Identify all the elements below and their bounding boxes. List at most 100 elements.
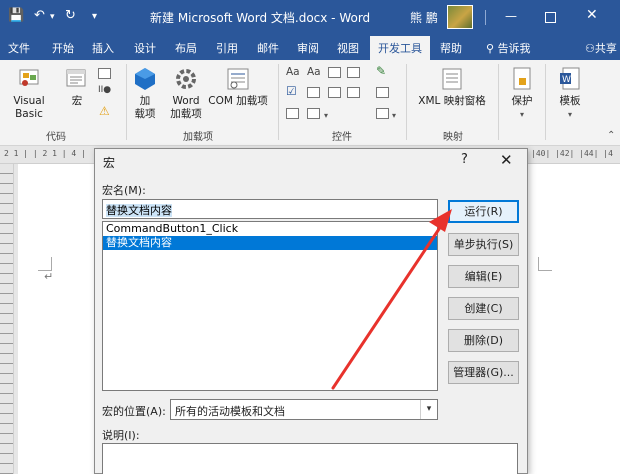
tab-home[interactable]: 开始 — [52, 40, 74, 56]
com-addins-button[interactable]: COM 加载项 — [205, 66, 271, 108]
redo-icon[interactable]: ↻ — [65, 8, 76, 23]
macro-list-item-label: 替换文档内容 — [106, 236, 172, 249]
tab-layout[interactable]: 布局 — [175, 40, 197, 56]
save-icon[interactable]: 💾 — [8, 8, 24, 23]
tab-view[interactable]: 视图 — [337, 40, 359, 56]
delete-button[interactable]: 删除(D) — [448, 329, 519, 352]
macro-list[interactable]: CommandButton1_Click 替换文档内容 — [102, 221, 438, 391]
protect-button[interactable]: 保护 ▾ — [502, 66, 542, 121]
gear-icon — [176, 69, 196, 89]
tab-design[interactable]: 设计 — [134, 40, 156, 56]
tab-developer[interactable]: 开发工具 — [370, 36, 430, 60]
macro-name-input[interactable]: 替换文档内容 — [102, 199, 438, 219]
close-window-icon[interactable]: ✕ — [586, 7, 598, 23]
title-bar: 💾 ↶ ▾ ↻ ▾ 新建 Microsoft Word 文档.docx - Wo… — [0, 0, 620, 34]
design-mode-icon[interactable]: ✎ — [376, 64, 386, 78]
chevron-down-icon: ▾ — [519, 110, 524, 119]
step-into-button[interactable]: 单步执行(S) — [448, 233, 519, 256]
chevron-down-icon[interactable]: ▾ — [420, 400, 437, 419]
plain-text-control-icon[interactable]: Aa — [307, 66, 321, 78]
description-field[interactable] — [102, 443, 518, 474]
combo-box-control-icon[interactable] — [307, 87, 320, 98]
word-addins-label-1: Word — [172, 95, 200, 107]
macro-location-value: 所有的活动模板和文档 — [175, 405, 285, 418]
share-label: 共享 — [594, 42, 617, 55]
code-group-label: 代码 — [46, 132, 66, 143]
group-divider — [406, 64, 407, 140]
building-block-control-icon[interactable] — [347, 67, 360, 78]
macro-security-icon[interactable]: ⚠ — [99, 104, 110, 118]
repeating-section-icon[interactable] — [286, 108, 299, 119]
template-label: 模板 — [559, 95, 581, 107]
com-addins-label: COM 加载项 — [208, 95, 268, 107]
macro-location-select[interactable]: 所有的活动模板和文档 ▾ — [170, 399, 438, 420]
dropdown-list-control-icon[interactable] — [328, 87, 341, 98]
share-button[interactable]: ⚇共享 — [585, 40, 617, 56]
document-title: 新建 Microsoft Word 文档.docx - Word — [150, 11, 371, 25]
avatar[interactable] — [447, 5, 473, 29]
checkbox-control-icon[interactable]: ☑ — [286, 84, 297, 98]
rich-text-control-icon[interactable]: Aa — [286, 66, 300, 78]
ribbon: Visual Basic 宏 II● ⚠ 代码 加 载项 Word 加载项 CO… — [0, 60, 620, 146]
com-addins-icon — [227, 68, 249, 90]
minimize-icon[interactable]: — — [505, 9, 517, 23]
undo-icon[interactable]: ↶ — [34, 8, 45, 23]
quick-access-menu-icon[interactable]: ▾ — [92, 11, 97, 22]
visual-basic-button[interactable]: Visual Basic — [0, 66, 58, 121]
visual-basic-icon — [19, 69, 39, 86]
create-button[interactable]: 创建(C) — [448, 297, 519, 320]
help-icon[interactable]: ? — [461, 152, 468, 167]
xml-mapping-pane-button[interactable]: XML 映射窗格 — [413, 66, 491, 108]
pause-recording-icon[interactable]: II● — [98, 85, 111, 95]
macro-location-label: 宏的位置(A): — [102, 405, 166, 418]
addins-group-label: 加载项 — [183, 132, 213, 143]
tab-help[interactable]: 帮助 — [440, 40, 462, 56]
page-margin-corner — [538, 257, 552, 271]
edit-button[interactable]: 编辑(E) — [448, 265, 519, 288]
macro-name-value: 替换文档内容 — [106, 204, 172, 217]
ribbon-tabs: 文件 开始 插入 设计 布局 引用 邮件 审阅 视图 开发工具 帮助 ⚲ 告诉我… — [0, 34, 620, 60]
record-macro-icon[interactable] — [98, 68, 111, 79]
user-name[interactable]: 熊 鹏 — [410, 9, 438, 26]
run-button[interactable]: 运行(R) — [448, 200, 519, 223]
group-control-icon[interactable] — [376, 108, 389, 119]
ruler-left-ticks: 2 1 | | 2 1 | 4 | — [4, 149, 86, 158]
list-item[interactable]: CommandButton1_Click — [103, 222, 437, 236]
organizer-button[interactable]: 管理器(G)... — [448, 361, 519, 384]
tell-me-search[interactable]: ⚲ 告诉我 — [486, 40, 531, 56]
tab-review[interactable]: 审阅 — [297, 40, 319, 56]
template-button[interactable]: W 模板 ▾ — [550, 66, 590, 121]
lightbulb-icon: ⚲ — [486, 42, 495, 55]
tab-mailings[interactable]: 邮件 — [257, 40, 279, 56]
properties-icon[interactable] — [376, 87, 389, 98]
tell-me-label: 告诉我 — [497, 42, 531, 55]
page-margin-corner — [38, 257, 52, 271]
date-picker-control-icon[interactable] — [347, 87, 360, 98]
undo-dropdown-icon[interactable]: ▾ — [50, 12, 55, 22]
picture-control-icon[interactable] — [328, 67, 341, 78]
word-addins-label-2: 加载项 — [170, 108, 202, 120]
macro-dialog: 宏 ? ✕ 宏名(M): 替换文档内容 CommandButton1_Click… — [94, 148, 528, 474]
group-divider — [278, 64, 279, 140]
macro-button[interactable]: 宏 — [62, 66, 92, 108]
group-divider — [126, 64, 127, 140]
macro-list-item-label: CommandButton1_Click — [106, 222, 239, 235]
addins-button[interactable]: 加 载项 — [130, 66, 160, 121]
chevron-down-icon[interactable]: ▾ — [324, 111, 328, 120]
maximize-icon[interactable] — [545, 12, 556, 23]
xml-mapping-label: XML 映射窗格 — [418, 95, 486, 107]
macro-name-label: 宏名(M): — [102, 184, 146, 197]
paragraph-mark-icon: ↵ — [44, 270, 54, 283]
dialog-title: 宏 — [103, 156, 116, 170]
tab-insert[interactable]: 插入 — [92, 40, 114, 56]
collapse-ribbon-icon[interactable]: ⌃ — [607, 130, 615, 141]
protect-document-icon — [513, 67, 531, 90]
word-addins-button[interactable]: Word 加载项 — [166, 66, 206, 121]
tab-file[interactable]: 文件 — [8, 40, 30, 56]
legacy-tools-icon[interactable] — [307, 108, 320, 119]
close-icon[interactable]: ✕ — [500, 151, 513, 169]
chevron-down-icon[interactable]: ▾ — [392, 111, 396, 120]
tab-references[interactable]: 引用 — [216, 40, 238, 56]
person-icon: ⚇ — [585, 42, 595, 55]
list-item[interactable]: 替换文档内容 — [103, 236, 437, 250]
